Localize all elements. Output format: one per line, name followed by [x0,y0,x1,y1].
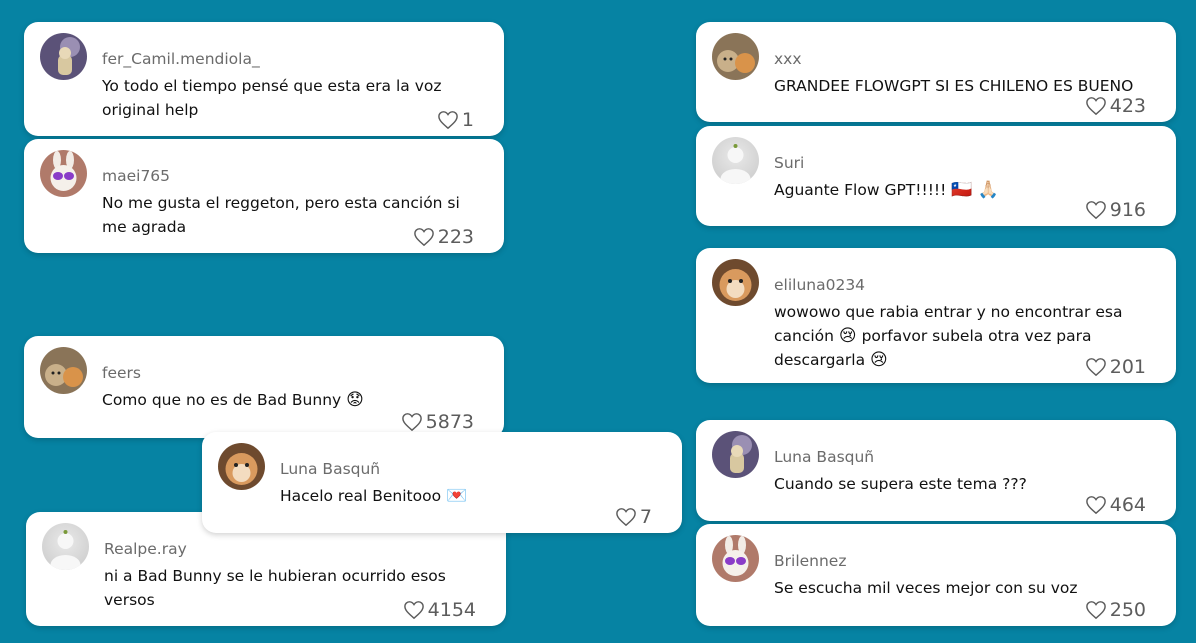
heart-icon [438,111,458,130]
comment-text: Cuando se supera este tema ??? [774,475,1027,493]
heart-icon [1085,358,1106,377]
like-button[interactable]: 1 [437,109,474,131]
default-avatar[interactable] [712,137,759,184]
user-photo-avatar[interactable] [40,33,87,80]
crying-face-emoji: 😢 [838,326,857,346]
like-button[interactable]: 423 [1085,95,1146,117]
heart-icon [403,601,424,620]
comment-text: Hacelo real Benitooo 💌 [280,486,468,506]
comment-username[interactable]: fer_Camil.mendiola_ [102,50,260,68]
cats-avatar[interactable] [40,347,87,394]
heart-icon [413,228,434,247]
like-count: 916 [1109,199,1146,221]
comment-card: Brilennez Se escucha mil veces mejor con… [696,524,1176,626]
like-count: 4154 [427,599,476,621]
heart-icon [1085,97,1106,116]
like-button[interactable]: 201 [1085,356,1146,378]
cats-avatar[interactable] [712,33,759,80]
bunny-avatar[interactable] [712,535,759,582]
like-button[interactable]: 250 [1085,599,1146,621]
comment-username[interactable]: maei765 [102,167,170,185]
comment-username[interactable]: feers [102,364,141,382]
chile-flag-praying-hands-emoji: 🇨🇱 🙏🏻 [951,180,1000,200]
like-button[interactable]: 7 [615,506,652,528]
comment-card: maei765 No me gusta el reggeton, pero es… [24,139,504,253]
comment-username[interactable]: Brilennez [774,552,846,570]
love-letter-emoji: 💌 [446,486,468,506]
like-button[interactable]: 916 [1085,199,1146,221]
worried-face-emoji: 😟 [346,390,364,410]
heart-icon [1085,201,1106,220]
comment-username[interactable]: Luna Basquñ [280,460,380,478]
like-count: 5873 [425,411,474,433]
comment-card: Suri Aguante Flow GPT!!!!! 🇨🇱 🙏🏻 916 [696,126,1176,226]
like-button[interactable]: 223 [413,226,474,248]
hamster-avatar[interactable] [712,259,759,306]
comment-username[interactable]: Luna Basquñ [774,448,874,466]
comment-text: Como que no es de Bad Bunny 😟 [102,390,364,410]
like-count: 223 [437,226,474,248]
comment-card: xxx GRANDEE FLOWGPT SI ES CHILENO ES BUE… [696,22,1176,122]
comment-card: eliluna0234 wowowo que rabia entrar y no… [696,248,1176,383]
like-button[interactable]: 4154 [403,599,476,621]
heart-icon [616,508,636,527]
heart-icon [1085,601,1106,620]
bunny-avatar[interactable] [40,150,87,197]
like-count: 250 [1109,599,1146,621]
comment-card: Luna Basquñ Cuando se supera este tema ?… [696,420,1176,521]
comment-text: Yo todo el tiempo pensé que esta era la … [102,77,442,119]
like-count: 464 [1109,494,1146,516]
heart-icon [1085,496,1106,515]
hamster-avatar[interactable] [218,443,265,490]
like-button[interactable]: 5873 [401,411,474,433]
comment-text: Se escucha mil veces mejor con su voz [774,579,1078,597]
like-count: 423 [1109,95,1146,117]
comment-card: feers Como que no es de Bad Bunny 😟 5873 [24,336,504,438]
comment-card: Luna Basquñ Hacelo real Benitooo 💌 7 [202,432,682,533]
like-count: 1 [461,109,474,131]
comment-username[interactable]: eliluna0234 [774,276,865,294]
crying-face-emoji: 😢 [870,350,888,370]
like-count: 201 [1109,356,1146,378]
like-button[interactable]: 464 [1085,494,1146,516]
comment-username[interactable]: xxx [774,50,802,68]
comment-username[interactable]: Realpe.ray [104,540,187,558]
user-photo-avatar[interactable] [712,431,759,478]
like-count: 7 [639,506,652,528]
comment-card: fer_Camil.mendiola_ Yo todo el tiempo pe… [24,22,504,136]
heart-icon [401,413,422,432]
default-avatar[interactable] [42,523,89,570]
comment-username[interactable]: Suri [774,154,804,172]
